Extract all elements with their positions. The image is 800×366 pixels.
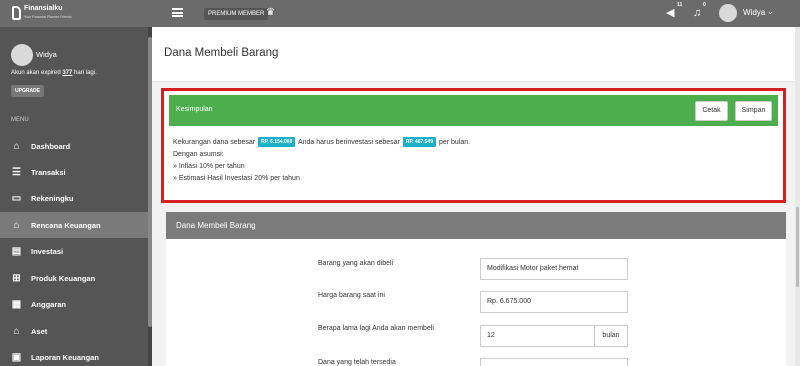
top-bar: Finansialku Your Financial Planner Frien…	[0, 0, 800, 27]
monthly-investment-badge: RP. 467.549	[402, 137, 436, 148]
sidebar-item-rekeningku[interactable]: ▭ Rekeningku	[0, 185, 148, 211]
sidebar-item-dashboard[interactable]: ⌂ Dashboard	[0, 133, 148, 159]
user-menu-name[interactable]: Widya	[743, 8, 765, 17]
bell-icon[interactable]: ♫	[693, 7, 701, 19]
investment-icon: ▤	[11, 245, 22, 257]
duration-label: Berapa lama lagi Anda akan membeli	[318, 325, 434, 332]
transaction-icon: ☰	[12, 166, 21, 178]
form-title: Dana Membeli Barang	[176, 221, 256, 230]
summary-line-shortfall: Kekurangan dana sebesar RP. 6.154.069 An…	[173, 137, 773, 149]
logo-tagline: Your Financial Planner Friends	[24, 15, 72, 19]
assumption-inflation: » Inflasi 10% per tahun	[173, 163, 245, 170]
expiry-days: 377	[62, 70, 73, 76]
save-button[interactable]: Simpan	[735, 101, 772, 121]
sidebar-item-label: Investasi	[31, 246, 64, 256]
bank-account-icon: ▭	[11, 192, 22, 204]
announcement-count: 11	[677, 2, 683, 8]
sidebar-item-investasi[interactable]: ▤ Investasi	[0, 238, 148, 264]
upgrade-button[interactable]: UPGRADE	[11, 85, 45, 97]
logo-name: Finansialku	[24, 5, 63, 12]
dashboard-icon: ⌂	[13, 140, 20, 152]
print-button[interactable]: Cetak	[695, 101, 728, 121]
sidebar-item-label: Transaksi	[31, 167, 66, 177]
budget-icon: ▦	[11, 298, 22, 310]
sidebar-item-rencana-keuangan[interactable]: ⌂ Rencana Keuangan	[0, 212, 148, 238]
expiry-prefix: Akun akan expired	[11, 70, 63, 76]
sidebar-username: Widya	[36, 50, 57, 59]
announcement-icon[interactable]: ◀	[666, 7, 674, 19]
main-scrollbar-track[interactable]	[795, 27, 800, 366]
funds-input[interactable]	[480, 358, 628, 366]
crown-icon: ♛	[266, 7, 275, 18]
shortfall-badge: RP. 6.154.069	[258, 137, 296, 148]
logo-mark-icon	[12, 6, 21, 20]
summary-text: per bulan.	[437, 139, 471, 146]
summary-title: Kesimpulan	[176, 106, 213, 113]
page-title: Dana Membeli Barang	[164, 47, 279, 59]
avatar[interactable]	[719, 4, 737, 22]
sidebar-item-produk-keuangan[interactable]: ⊞ Produk Keuangan	[0, 265, 148, 291]
assumption-heading: Dengan asumsi:	[173, 151, 224, 158]
bank-icon: ⌂	[13, 219, 20, 231]
sidebar-item-label: Produk Keuangan	[31, 273, 96, 283]
asset-icon: ⌂	[13, 325, 20, 337]
sidebar-item-label: Rencana Keuangan	[31, 220, 101, 230]
chevron-down-icon[interactable]: ⌄	[767, 7, 774, 16]
sidebar-item-label: Dashboard	[31, 141, 71, 151]
menu-toggle-icon[interactable]	[172, 8, 183, 17]
item-label: Barang yang akan dibeli	[318, 260, 394, 267]
account-expiry-text: Akun akan expired 377 hari lagi.	[11, 70, 97, 76]
summary-highlight: Kesimpulan Cetak Simpan Kekurangan dana …	[161, 88, 786, 203]
sidebar-item-transaksi[interactable]: ☰ Transaksi	[0, 159, 148, 185]
cart-icon: ⊞	[12, 272, 21, 284]
sidebar: Widya Akun akan expired 377 hari lagi. U…	[0, 27, 152, 366]
assumption-return: » Estimasi Hasil Investasi 20% per tahun	[173, 175, 300, 182]
item-input[interactable]: Modifikasi Motor paket hemat	[480, 258, 628, 280]
price-input[interactable]: Rp. 6.675.000	[480, 291, 628, 313]
notification-count: 0	[703, 2, 706, 8]
duration-input[interactable]: 12	[480, 325, 595, 347]
report-icon: ▣	[11, 351, 22, 363]
sidebar-item-aset[interactable]: ⌂ Aset	[0, 318, 148, 344]
menu-section-label: MENU	[11, 117, 29, 123]
sidebar-item-label: Anggaran	[31, 299, 67, 309]
sidebar-avatar	[11, 44, 33, 66]
logo[interactable]: Finansialku Your Financial Planner Frien…	[12, 5, 72, 21]
page-header: Dana Membeli Barang	[152, 27, 795, 82]
sidebar-item-label: Laporan Keuangan	[31, 352, 99, 362]
price-label: Harga barang saat ini	[318, 292, 385, 299]
form-header: Dana Membeli Barang	[166, 212, 786, 239]
main-scrollbar-thumb[interactable]	[796, 207, 799, 287]
sidebar-item-label: Rekeningku	[31, 193, 74, 203]
sidebar-item-anggaran[interactable]: ▦ Anggaran	[0, 291, 148, 317]
expiry-suffix: hari lagi.	[72, 70, 97, 76]
summary-header: Kesimpulan Cetak Simpan	[169, 95, 778, 126]
logo-text: Finansialku Your Financial Planner Frien…	[24, 5, 72, 21]
summary-text: Kekurangan dana sebesar	[173, 139, 258, 146]
duration-unit: bulan	[595, 325, 628, 347]
sidebar-item-label: Aset	[31, 326, 48, 336]
summary-body: Kekurangan dana sebesar RP. 6.154.069 An…	[173, 137, 773, 185]
premium-member-badge[interactable]: PREMIUM MEMBER	[204, 8, 269, 20]
funds-label: Dana yang telah tersedia	[318, 359, 396, 366]
main-content: Dana Membeli Barang Kesimpulan Cetak Sim…	[152, 27, 800, 366]
sidebar-item-laporan-keuangan[interactable]: ▣ Laporan Keuangan	[0, 344, 148, 366]
summary-text: Anda harus berinvestasi sebesar	[296, 139, 402, 146]
purchase-form-panel: Dana Membeli Barang Barang yang akan dib…	[166, 212, 786, 366]
